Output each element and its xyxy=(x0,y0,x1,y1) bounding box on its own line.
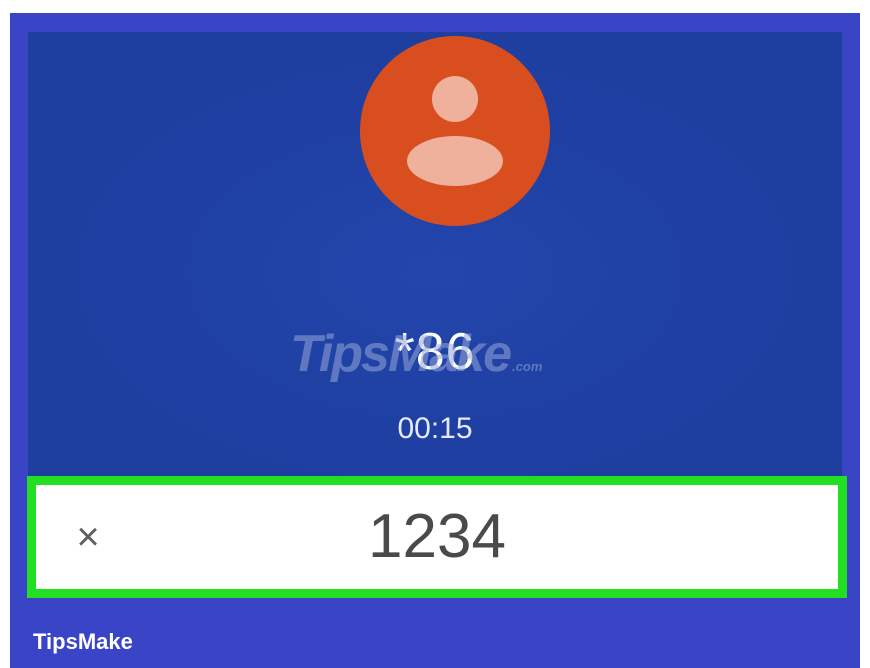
caller-number: *86 xyxy=(394,323,476,381)
dialed-digits-bar: × 1234 xyxy=(27,476,847,598)
call-timer: 00:15 xyxy=(397,412,473,445)
avatar-body xyxy=(407,136,503,186)
in-call-screen: *86 TipsMake .com 00:15 xyxy=(28,32,842,480)
avatar-head xyxy=(432,76,478,122)
brand-label: TipsMake xyxy=(33,629,133,654)
contact-avatar-icon xyxy=(360,36,550,226)
image-frame: *86 TipsMake .com 00:15 × 1234 TipsMake xyxy=(10,13,860,668)
dialed-digits-field[interactable]: 1234 xyxy=(36,501,838,572)
